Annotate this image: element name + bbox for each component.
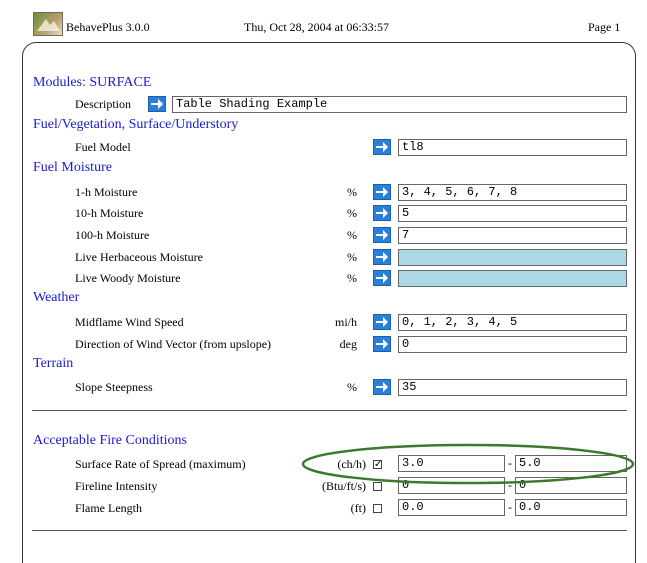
live-herb-label: Live Herbaceous Moisture xyxy=(75,250,203,264)
fuel-model-arrow-icon[interactable] xyxy=(373,139,391,155)
highlight-ellipse xyxy=(301,443,635,485)
flame-length-min-field[interactable]: 0.0 xyxy=(398,499,505,516)
wind-speed-label: Midflame Wind Speed xyxy=(75,315,184,329)
app-title: BehavePlus 3.0.0 xyxy=(66,20,150,34)
flame-length-label: Flame Length xyxy=(75,501,142,515)
moisture-1h-label: 1-h Moisture xyxy=(75,185,138,199)
live-woody-unit: % xyxy=(347,271,357,285)
moisture-10h-field[interactable]: 5 xyxy=(398,205,627,222)
live-woody-field[interactable] xyxy=(398,270,627,287)
moisture-10h-label: 10-h Moisture xyxy=(75,206,144,220)
description-label: Description xyxy=(75,97,131,111)
live-woody-arrow-icon[interactable] xyxy=(373,270,391,286)
moisture-1h-unit: % xyxy=(347,185,357,199)
acceptable-title: Acceptable Fire Conditions xyxy=(33,433,187,448)
moisture-100h-unit: % xyxy=(347,228,357,242)
live-herb-unit: % xyxy=(347,250,357,264)
moisture-1h-arrow-icon[interactable] xyxy=(373,184,391,200)
moisture-100h-label: 100-h Moisture xyxy=(75,228,150,242)
live-woody-label: Live Woody Moisture xyxy=(75,271,181,285)
weather-title: Weather xyxy=(33,290,80,305)
terrain-title: Terrain xyxy=(33,356,74,371)
fuel-moisture-title: Fuel Moisture xyxy=(33,160,112,175)
fuel-veg-title: Fuel/Vegetation, Surface/Understory xyxy=(33,117,239,132)
flame-length-max-field[interactable]: 0.0 xyxy=(515,499,627,516)
ros-label: Surface Rate of Spread (maximum) xyxy=(75,457,246,471)
flame-length-checkbox[interactable] xyxy=(373,504,382,513)
live-herb-arrow-icon[interactable] xyxy=(373,249,391,265)
report-datetime: Thu, Oct 28, 2004 at 06:33:57 xyxy=(244,20,389,34)
moisture-10h-unit: % xyxy=(347,206,357,220)
bottom-divider xyxy=(32,530,627,531)
modules-title: Modules: SURFACE xyxy=(33,75,152,90)
slope-unit: % xyxy=(347,380,357,394)
moisture-1h-field[interactable]: 3, 4, 5, 6, 7, 8 xyxy=(398,184,627,201)
app-logo xyxy=(33,12,63,36)
wind-speed-unit: mi/h xyxy=(334,315,357,329)
moisture-100h-field[interactable]: 7 xyxy=(398,227,627,244)
wind-speed-arrow-icon[interactable] xyxy=(373,314,391,330)
slope-label: Slope Steepness xyxy=(75,380,153,394)
description-field[interactable]: Table Shading Example xyxy=(172,96,627,113)
wind-direction-label: Direction of Wind Vector (from upslope) xyxy=(75,337,272,351)
slope-field[interactable]: 35 xyxy=(398,379,627,396)
divider xyxy=(32,410,627,411)
page-number: Page 1 xyxy=(588,20,621,34)
moisture-10h-arrow-icon[interactable] xyxy=(373,205,391,221)
description-arrow-icon[interactable] xyxy=(148,96,166,112)
moisture-100h-arrow-icon[interactable] xyxy=(373,227,391,243)
flame-length-range-sep: - xyxy=(508,500,512,514)
live-herb-field[interactable] xyxy=(398,249,627,266)
wind-direction-arrow-icon[interactable] xyxy=(373,336,391,352)
fuel-model-field[interactable]: tl8 xyxy=(398,139,627,156)
flame-length-unit: (ft) xyxy=(350,501,366,515)
wind-direction-field[interactable]: 0 xyxy=(398,336,627,353)
wind-speed-field[interactable]: 0, 1, 2, 3, 4, 5 xyxy=(398,314,627,331)
slope-arrow-icon[interactable] xyxy=(373,379,391,395)
fireline-label: Fireline Intensity xyxy=(75,479,158,493)
fuel-model-label: Fuel Model xyxy=(75,140,131,154)
wind-direction-unit: deg xyxy=(339,337,357,351)
